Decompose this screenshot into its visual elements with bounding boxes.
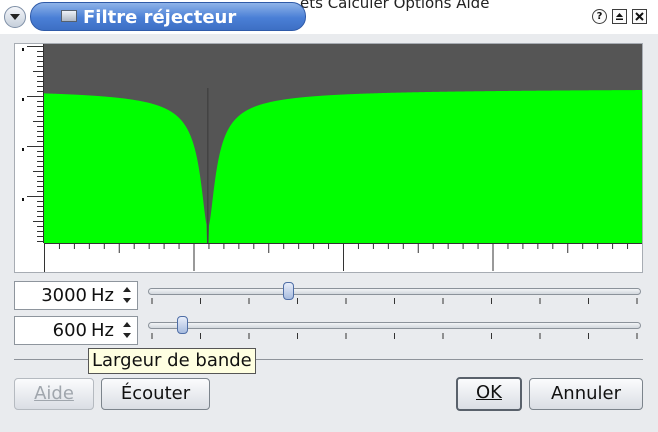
bandwidth-unit: Hz xyxy=(91,320,114,341)
cancel-button-label: Annuler xyxy=(550,383,621,404)
frequency-response-plot xyxy=(14,43,643,273)
arrow-up-icon[interactable] xyxy=(123,287,131,292)
help-button[interactable]: ? xyxy=(592,9,607,24)
y-axis-marker xyxy=(22,98,24,101)
arrow-up-icon[interactable] xyxy=(123,322,131,327)
window-icon xyxy=(61,10,77,22)
cancel-button[interactable]: Annuler xyxy=(529,378,643,410)
title-pill: Filtre réjecteur xyxy=(30,2,306,31)
ok-button-label: OK xyxy=(476,382,502,403)
frequency-unit: Hz xyxy=(91,285,114,306)
y-axis-marker xyxy=(22,148,24,151)
frequency-value[interactable]: 3000 xyxy=(15,285,87,306)
x-axis-ruler xyxy=(44,243,642,272)
shade-icon xyxy=(616,13,623,20)
close-icon xyxy=(635,12,644,21)
response-curve xyxy=(44,90,642,243)
bandwidth-slider[interactable] xyxy=(148,322,641,329)
help-button-label: Aide xyxy=(34,383,74,404)
tooltip: Largeur de bande xyxy=(88,348,256,374)
y-axis-marker xyxy=(22,198,24,201)
y-axis-ruler xyxy=(22,44,44,243)
arrow-down-icon[interactable] xyxy=(123,298,131,303)
frequency-slider[interactable] xyxy=(148,288,641,295)
title-bar[interactable]: ets Calculer Options Aide Filtre réjecte… xyxy=(0,0,658,34)
question-icon: ? xyxy=(596,11,603,22)
close-button[interactable] xyxy=(632,9,647,24)
bandwidth-slider-ticks xyxy=(151,333,638,339)
background-menu-text: ets Calculer Options Aide xyxy=(300,0,490,12)
ok-button[interactable]: OK xyxy=(456,377,522,411)
chevron-down-icon xyxy=(10,14,20,20)
help-dialog-button[interactable]: Aide xyxy=(14,378,94,410)
listen-button[interactable]: Écouter xyxy=(101,378,210,410)
listen-button-label: Écouter xyxy=(120,383,191,404)
arrow-down-icon[interactable] xyxy=(123,333,131,338)
bandwidth-stepper[interactable] xyxy=(120,319,135,342)
frequency-spinbox[interactable]: 3000 Hz xyxy=(14,281,138,310)
bandwidth-spinbox[interactable]: 600 Hz xyxy=(14,316,138,345)
y-axis-marker xyxy=(22,48,24,51)
response-graph xyxy=(22,44,642,272)
frequency-stepper[interactable] xyxy=(120,284,135,307)
bandwidth-value[interactable]: 600 xyxy=(15,320,87,341)
window-menu-button[interactable] xyxy=(4,6,26,28)
window-title: Filtre réjecteur xyxy=(83,7,237,28)
dialog-window: ets Calculer Options Aide Filtre réjecte… xyxy=(0,0,658,432)
frequency-slider-ticks xyxy=(151,298,638,304)
shade-button[interactable] xyxy=(612,9,627,24)
bandwidth-slider-handle[interactable] xyxy=(176,316,188,334)
